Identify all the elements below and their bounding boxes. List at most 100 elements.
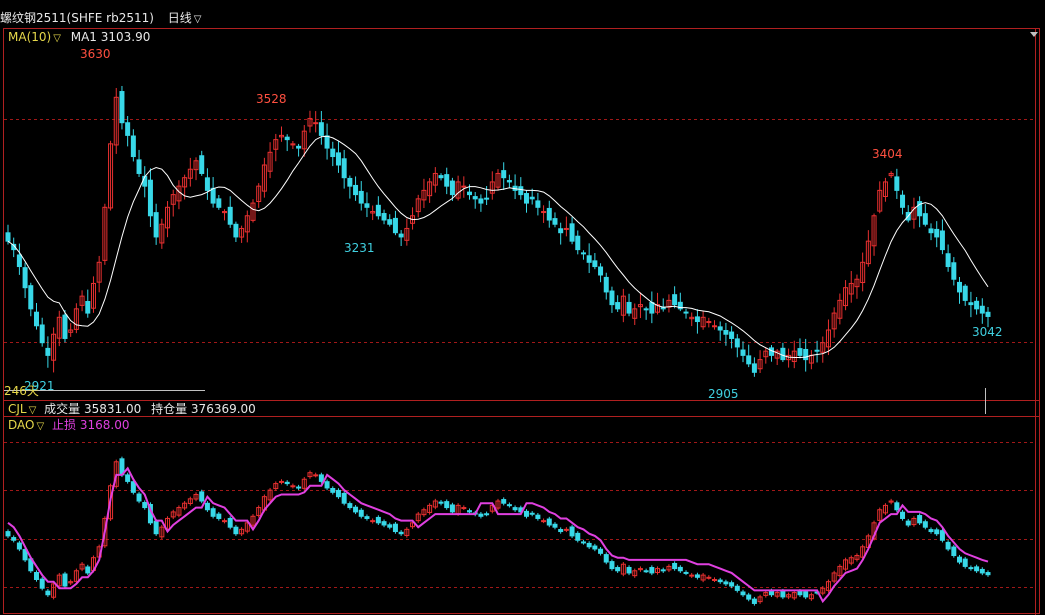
annotation-last-low: 3042 [972,325,1003,339]
dao-candle-body [478,513,484,517]
dao-candle-body [335,489,341,498]
dao-candle-body [974,566,980,572]
candle-body [210,187,216,204]
candle-body [364,203,370,208]
candle-body [22,267,28,289]
dao-candle-body [552,523,558,528]
candle-body [472,196,478,200]
dao-candle-body [370,520,376,523]
candle-body [712,325,718,328]
dao-candle-body [125,474,131,482]
candle-body [615,302,621,310]
annotation-high-left: 3630 [80,47,111,61]
candle-body [375,204,381,217]
dao-candle-body [535,514,541,519]
dao-candle-body [945,541,951,550]
candle-body [717,326,723,331]
candle-body [934,228,940,238]
candle-body [592,260,598,268]
candle-body [16,254,22,268]
candle-body [449,180,455,196]
dao-candle-body [598,548,604,554]
candle-body [569,223,575,242]
candle-body [723,330,729,335]
dao-candle-body [296,486,302,489]
dao-candle-body [512,507,518,511]
dao-candle-body [558,529,564,533]
dao-candle-body [609,561,615,570]
candle-body [39,324,45,344]
dao-candle-body [324,481,330,489]
candle-body [28,285,34,310]
ma-indicator-header[interactable]: MA(10) ▽ MA1 3103.90 [8,30,150,46]
candle-body [313,122,319,125]
dao-candle-body [529,512,535,515]
chevron-down-icon[interactable]: ▽ [53,32,61,46]
dao-candle-body [358,509,364,517]
dao-indicator-header[interactable]: DAO ▽ 止损 3168.00 [8,418,129,434]
dao-candle-body [506,504,512,507]
period-selector[interactable]: 日线 ▽ [168,11,202,25]
candle-body [546,207,552,221]
candle-body [740,349,746,356]
volume-indicator-header[interactable]: CJL ▽ 成交量 35831.00 持仓量 376369.00 [8,402,256,418]
candle-body [216,198,222,208]
candle-body [147,179,153,217]
candle-body [558,228,564,234]
ma-label: MA1 [70,30,97,44]
instrument-title[interactable]: 螺纹钢2511(SHFE rb2511) 日线 ▽ [0,11,201,27]
candle-body [392,217,398,234]
dao-candle-body [484,513,490,516]
dao-candle-body [905,520,911,526]
candle-body [467,191,473,196]
instrument-name: 螺纹钢2511(SHFE rb2511) [0,11,154,25]
dao-candle-body [142,502,148,509]
stop-loss-line [7,466,989,604]
candle-body [199,155,205,174]
dao-candle-body [768,590,774,596]
candle-body [894,176,900,191]
dao-candle-body [894,502,900,511]
candle-body [626,301,632,314]
dao-candle-body [461,507,467,510]
candle-body [130,135,136,158]
dao-candle-body [278,480,284,483]
dao-candle-body [136,493,142,502]
annotation-high-mid: 3528 [256,92,287,106]
candle-body [609,290,615,306]
candle-body [598,266,604,276]
candle-body [204,177,210,191]
candle-body [33,311,39,327]
candle-body [751,363,757,373]
candle-body [683,311,689,314]
dao-candle-body [979,568,985,574]
dao-candle-body [11,537,17,541]
chevron-down-icon: ▽ [193,14,202,25]
volume-value: 35831.00 [83,402,142,416]
candle-body [62,314,68,339]
candle-body [506,180,512,183]
volume-indicator-name[interactable]: CJL [8,402,27,416]
dao-candle-body [615,567,621,572]
annotation-low-bottom: 2905 [708,387,739,401]
candle-body [227,206,233,225]
ma-indicator-name[interactable]: MA(10) [8,30,51,44]
dao-candle-body [751,598,757,604]
dao-candle-body [569,526,575,537]
chevron-down-icon[interactable]: ▽ [29,404,37,418]
candle-body [444,174,450,187]
candle-body [529,196,535,200]
candle-body [643,308,649,311]
stop-loss-label: 止损 [52,418,77,432]
dao-candle-body [62,573,68,587]
candle-body [780,347,786,361]
dao-candle-body [387,524,393,528]
dao-indicator-name[interactable]: DAO [8,418,34,432]
dao-candle-body [968,567,974,570]
chevron-down-icon[interactable]: ▽ [36,420,44,434]
dao-candle-body [330,488,336,493]
dao-candle-body [677,566,683,572]
candle-body [945,253,951,268]
kline-chart[interactable] [0,0,1045,615]
candle-body [501,170,507,179]
